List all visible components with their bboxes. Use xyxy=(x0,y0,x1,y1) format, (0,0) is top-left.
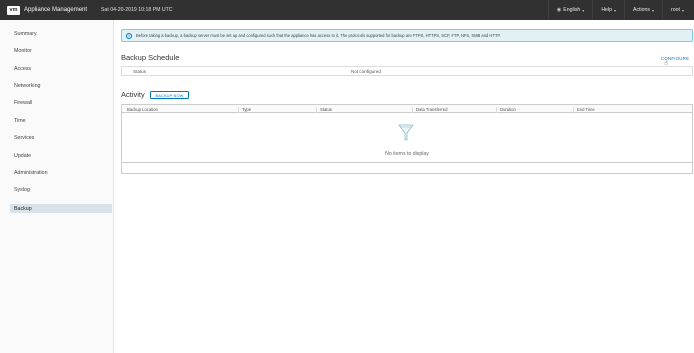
sidebar-item-monitor[interactable]: Monitor xyxy=(10,46,112,55)
sidebar-item-firewall[interactable]: Firewall xyxy=(10,98,112,107)
chevron-down-icon: ▾ xyxy=(582,7,585,13)
sidebar-nav: Summary Monitor Access Networking Firewa… xyxy=(0,20,114,353)
user-label: root xyxy=(671,7,680,13)
sidebar-item-summary[interactable]: Summary xyxy=(10,29,112,38)
datagrid-footer xyxy=(121,162,693,174)
backup-now-button[interactable]: BACKUP NOW xyxy=(150,91,189,99)
globe-icon: ◉ xyxy=(556,7,562,13)
header-menus: ◉ English ▾ Help ▾ Actions ▾ root ▾ xyxy=(547,0,694,20)
help-label: Help xyxy=(601,7,612,13)
column-header-backup-location[interactable]: Backup Location xyxy=(124,107,158,113)
column-header-data-transferred[interactable]: Data Transferred xyxy=(412,106,447,113)
schedule-status-row: Status Not configured xyxy=(121,66,693,76)
datagrid-header: Backup Location Type Status Data Transfe… xyxy=(122,105,692,113)
chevron-down-icon: ▾ xyxy=(652,7,655,13)
user-menu[interactable]: root ▾ xyxy=(662,0,694,20)
header-datetime: Sat 04-20-2019 10:18 PM UTC xyxy=(101,7,173,13)
language-label: English xyxy=(563,7,581,13)
alert-text: Before taking a backup, a backup server … xyxy=(136,33,501,38)
empty-state-text: No items to display xyxy=(385,151,429,157)
sidebar-item-backup[interactable]: Backup xyxy=(10,204,112,213)
sidebar-item-services[interactable]: Services xyxy=(10,133,112,142)
column-header-duration[interactable]: Duration xyxy=(496,106,516,113)
actions-menu[interactable]: Actions ▾ xyxy=(624,0,662,20)
main-content: i Before taking a backup, a backup serve… xyxy=(114,20,694,353)
backup-schedule-title: Backup Schedule xyxy=(121,53,180,62)
top-header: vm Appliance Management Sat 04-20-2019 1… xyxy=(0,0,694,20)
activity-title: Activity xyxy=(121,90,145,99)
language-menu[interactable]: ◉ English ▾ xyxy=(547,0,592,20)
sidebar-item-access[interactable]: Access xyxy=(10,64,112,73)
chevron-down-icon: ▾ xyxy=(613,7,616,13)
column-header-status[interactable]: Status xyxy=(316,106,332,113)
sidebar-item-update[interactable]: Update xyxy=(10,151,112,160)
chevron-down-icon: ▾ xyxy=(681,7,684,13)
sidebar-item-syslog[interactable]: Syslog xyxy=(10,185,112,194)
column-header-type[interactable]: Type xyxy=(238,106,251,113)
info-alert: i Before taking a backup, a backup serve… xyxy=(121,29,693,42)
actions-label: Actions xyxy=(633,7,651,13)
vmware-logo: vm xyxy=(7,5,20,15)
help-menu[interactable]: Help ▾ xyxy=(592,0,624,20)
app-title: Appliance Management xyxy=(24,7,88,13)
status-value: Not configured xyxy=(351,69,381,74)
sidebar-item-time[interactable]: Time xyxy=(10,116,112,125)
sidebar-item-administration[interactable]: Administration xyxy=(10,168,112,177)
status-label: Status xyxy=(133,69,147,74)
info-icon: i xyxy=(126,32,132,39)
sidebar-item-networking[interactable]: Networking xyxy=(10,81,112,90)
empty-filter-icon xyxy=(398,124,414,141)
column-header-end-time[interactable]: End Time xyxy=(573,106,595,113)
